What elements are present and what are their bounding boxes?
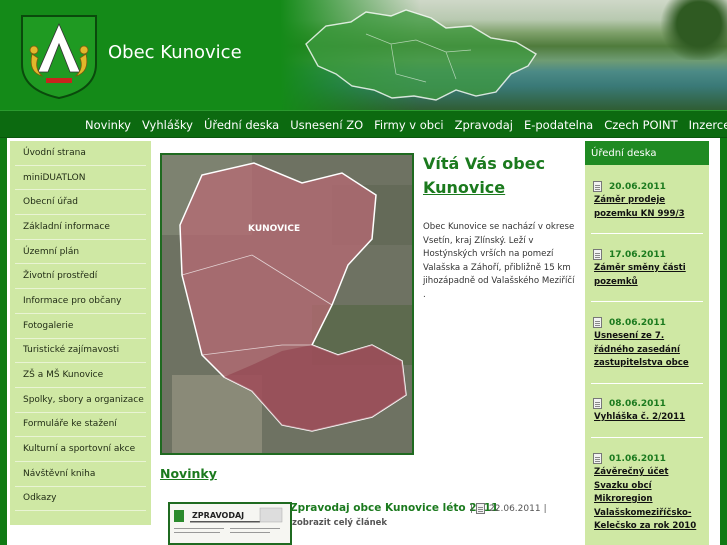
content-area: Úvodní strana miniDUATLON Obecní úřad Zá…: [7, 138, 720, 545]
notice-item: 08.06.2011 Usnesení ze 7. řádného zasedá…: [593, 317, 705, 371]
newsletter-cover-image: ZPRAVODAJ: [170, 504, 290, 543]
welcome-text: Obec Kunovice se nachází v okrese Vsetín…: [423, 222, 575, 300]
notice-item: 20.06.2011 Záměr prodeje pozemku KN 999/…: [593, 181, 705, 221]
notice-divider: [591, 383, 703, 384]
sidebar-item-kulturni-akce[interactable]: Kulturní a sportovní akce: [15, 437, 146, 462]
sidebar-item-zs-ms-kunovice[interactable]: ZŠ a MŠ Kunovice: [15, 363, 146, 388]
czech-map-icon: [305, 9, 537, 101]
notice-divider: [591, 233, 703, 234]
news-item-separator-2: |: [543, 503, 547, 514]
notice-title-link[interactable]: Závěrečný účet Svazku obcí Mikroregion V…: [593, 466, 705, 534]
nav-item-novinky[interactable]: Novinky: [85, 118, 131, 132]
map-label: KUNOVICE: [248, 224, 300, 234]
sidebar-item-uzemni-plan[interactable]: Územní plán: [15, 240, 146, 265]
nav-item-usneseni-zo[interactable]: Usnesení ZO: [290, 118, 363, 132]
newsletter-cover-title: ZPRAVODAJ: [192, 511, 244, 520]
document-icon: [593, 181, 602, 192]
news-thumbnail[interactable]: ZPRAVODAJ: [168, 502, 292, 545]
notice-date: 17.06.2011: [609, 249, 666, 260]
news-item-separator: |: [470, 503, 474, 514]
coat-of-arms-logo: [21, 15, 97, 100]
notice-board-heading[interactable]: Úřední deska: [585, 141, 709, 165]
page: Obec Kunovice Novinky Vyhlášky Úřední de…: [0, 0, 727, 545]
document-icon: [476, 503, 486, 514]
notice-divider: [591, 437, 703, 438]
notice-item: 17.06.2011 Záměr směny části pozemků: [593, 249, 705, 289]
sidebar-item-zivotni-prostredi[interactable]: Životní prostředí: [15, 264, 146, 290]
notice-title-link[interactable]: Záměr prodeje pozemku KN 999/3: [593, 194, 705, 221]
sidebar-item-odkazy[interactable]: Odkazy: [15, 487, 146, 512]
notice-item: 01.06.2011 Závěrečný účet Svazku obcí Mi…: [593, 453, 705, 534]
sidebar-item-uvodni-strana[interactable]: Úvodní strana: [15, 141, 146, 166]
sidebar-item-spolky[interactable]: Spolky, sbory a organizace: [15, 388, 146, 413]
nav-item-e-podatelna[interactable]: E-podatelna: [524, 118, 593, 132]
notice-date: 08.06.2011: [609, 317, 666, 328]
welcome-heading-link[interactable]: Kunovice: [423, 176, 573, 200]
document-icon: [593, 249, 602, 260]
nav-item-inzerce[interactable]: Inzerce: [689, 118, 727, 132]
document-icon: [593, 317, 602, 328]
site-title[interactable]: Obec Kunovice: [108, 42, 242, 63]
sidebar-item-navstevni-kniha[interactable]: Návštěvní kniha: [15, 462, 146, 487]
aerial-map-graphic: KUNOVICE: [162, 155, 412, 453]
news-item-meta: | 22.06.2011 |: [470, 503, 547, 514]
document-icon: [593, 398, 602, 409]
notice-date: 01.06.2011: [609, 453, 666, 464]
sidebar-menu: Úvodní strana miniDUATLON Obecní úřad Zá…: [10, 141, 151, 525]
notice-board: Úřední deska 20.06.2011 Záměr prodeje po…: [585, 141, 709, 545]
notice-divider: [591, 301, 703, 302]
nav-item-uredni-deska[interactable]: Úřední deska: [204, 118, 279, 132]
sidebar-item-obecni-urad[interactable]: Obecní úřad: [15, 190, 146, 216]
welcome-heading-line1: Vítá Vás obec: [423, 154, 546, 173]
nav-item-vyhlasky[interactable]: Vyhlášky: [142, 118, 193, 132]
notice-date: 08.06.2011: [609, 398, 666, 409]
notice-title-link[interactable]: Usnesení ze 7. řádného zasedání zastupit…: [593, 330, 705, 371]
notice-title-link[interactable]: Vyhláška č. 2/2011: [593, 411, 705, 425]
header-trees: [657, 0, 727, 60]
sidebar-item-informace-pro-obcany[interactable]: Informace pro občany: [15, 289, 146, 314]
sidebar-item-turisticke-zajimavosti[interactable]: Turistické zajímavosti: [15, 339, 146, 364]
notice-date: 20.06.2011: [609, 181, 666, 192]
notice-title-link[interactable]: Záměr směny části pozemků: [593, 262, 705, 289]
news-heading[interactable]: Novinky: [160, 466, 217, 481]
aerial-map-image: KUNOVICE: [160, 153, 414, 455]
sidebar-item-formulare[interactable]: Formuláře ke stažení: [15, 413, 146, 438]
sidebar-item-miniduatlon[interactable]: miniDUATLON: [15, 166, 146, 191]
news-item-date: 22.06.2011: [489, 503, 541, 514]
nav-item-czech-point[interactable]: Czech POINT: [604, 118, 677, 132]
nav-item-firmy-v-obci[interactable]: Firmy v obci: [374, 118, 443, 132]
main-navigation: Novinky Vyhlášky Úřední deska Usnesení Z…: [0, 110, 727, 138]
news-item-read-more[interactable]: zobrazit celý článek: [292, 518, 387, 528]
document-icon: [593, 453, 602, 464]
sidebar-item-fotogalerie[interactable]: Fotogalerie: [15, 314, 146, 339]
sidebar-item-zakladni-informace[interactable]: Základní informace: [15, 215, 146, 240]
notice-item: 08.06.2011 Vyhláška č. 2/2011: [593, 398, 705, 425]
nav-item-zpravodaj[interactable]: Zpravodaj: [455, 118, 513, 132]
welcome-heading: Vítá Vás obec Kunovice: [423, 152, 573, 200]
header: Obec Kunovice: [0, 0, 727, 110]
news-item-title[interactable]: Zpravodaj obce Kunovice léto 2011: [290, 502, 498, 514]
